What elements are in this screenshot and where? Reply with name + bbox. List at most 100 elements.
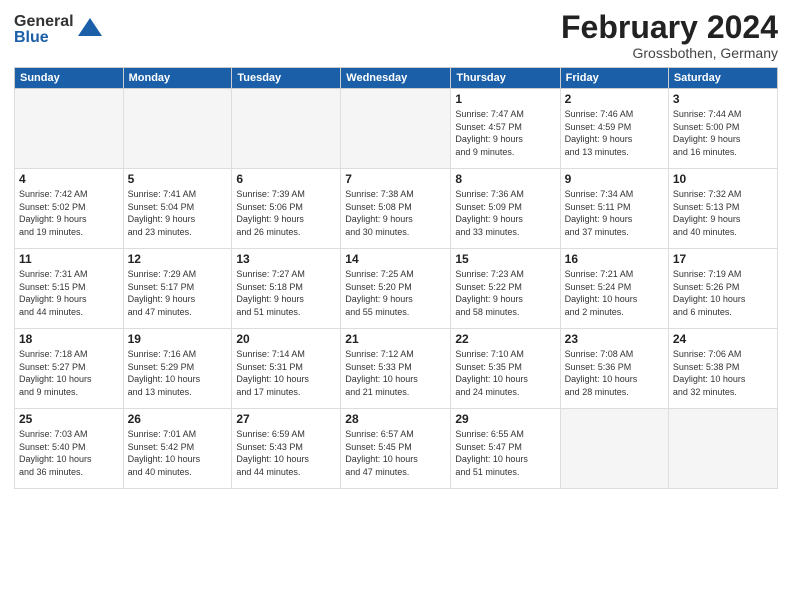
table-row: 3 Sunrise: 7:44 AM Sunset: 5:00 PM Daylig…	[668, 89, 777, 169]
table-row: 7 Sunrise: 7:38 AM Sunset: 5:08 PM Daylig…	[341, 169, 451, 249]
table-row: 12 Sunrise: 7:29 AM Sunset: 5:17 PM Dayli…	[123, 249, 232, 329]
day-number: 21	[345, 332, 446, 346]
table-row: 20Sunrise: 7:14 AM Sunset: 5:31 PM Dayli…	[232, 329, 341, 409]
day-number: 6	[236, 172, 336, 186]
day-number: 4	[19, 172, 119, 186]
day-info: Sunrise: 7:12 AM Sunset: 5:33 PM Dayligh…	[345, 348, 446, 398]
day-number: 23	[565, 332, 664, 346]
day-info: Sunrise: 7:21 AM Sunset: 5:24 PM Dayligh…	[565, 268, 664, 318]
day-number: 13	[236, 252, 336, 266]
day-info: Sunrise: 7:14 AM Sunset: 5:31 PM Dayligh…	[236, 348, 336, 398]
day-info: Sunrise: 7:42 AM Sunset: 5:02 PM Dayligh…	[19, 188, 119, 238]
day-number: 11	[19, 252, 119, 266]
table-row: 21 Sunrise: 7:12 AM Sunset: 5:33 PM Dayli…	[341, 329, 451, 409]
day-info: Sunrise: 7:27 AM Sunset: 5:18 PM Dayligh…	[236, 268, 336, 318]
calendar-week-row: 1Sunrise: 7:47 AM Sunset: 4:57 PM Daylig…	[15, 89, 778, 169]
table-row: 22 Sunrise: 7:10 AM Sunset: 5:35 PM Dayli…	[451, 329, 560, 409]
day-number: 28	[345, 412, 446, 426]
day-info: Sunrise: 7:10 AM Sunset: 5:35 PM Dayligh…	[455, 348, 555, 398]
day-number: 14	[345, 252, 446, 266]
calendar-table: Sunday Monday Tuesday Wednesday Thursday…	[14, 67, 778, 489]
day-info: Sunrise: 7:18 AM Sunset: 5:27 PM Dayligh…	[19, 348, 119, 398]
day-info: Sunrise: 6:55 AM Sunset: 5:47 PM Dayligh…	[455, 428, 555, 478]
table-row: 18Sunrise: 7:18 AM Sunset: 5:27 PM Dayli…	[15, 329, 124, 409]
day-number: 10	[673, 172, 773, 186]
table-row: 29 Sunrise: 6:55 AM Sunset: 5:47 PM Dayli…	[451, 409, 560, 489]
day-info: Sunrise: 7:38 AM Sunset: 5:08 PM Dayligh…	[345, 188, 446, 238]
day-info: Sunrise: 7:34 AM Sunset: 5:11 PM Dayligh…	[565, 188, 664, 238]
table-row: 16Sunrise: 7:21 AM Sunset: 5:24 PM Dayli…	[560, 249, 668, 329]
table-row: 23 Sunrise: 7:08 AM Sunset: 5:36 PM Dayli…	[560, 329, 668, 409]
day-info: Sunrise: 7:08 AM Sunset: 5:36 PM Dayligh…	[565, 348, 664, 398]
logo: General Blue	[14, 14, 104, 46]
day-info: Sunrise: 7:41 AM Sunset: 5:04 PM Dayligh…	[128, 188, 228, 238]
calendar-week-row: 18Sunrise: 7:18 AM Sunset: 5:27 PM Dayli…	[15, 329, 778, 409]
col-saturday: Saturday	[668, 68, 777, 89]
day-info: Sunrise: 7:32 AM Sunset: 5:13 PM Dayligh…	[673, 188, 773, 238]
table-row: 13 Sunrise: 7:27 AM Sunset: 5:18 PM Dayli…	[232, 249, 341, 329]
day-number: 2	[565, 92, 664, 106]
day-info: Sunrise: 7:36 AM Sunset: 5:09 PM Dayligh…	[455, 188, 555, 238]
day-number: 22	[455, 332, 555, 346]
day-number: 7	[345, 172, 446, 186]
table-row	[15, 89, 124, 169]
logo-general: General	[14, 14, 74, 30]
day-number: 27	[236, 412, 336, 426]
table-row: 6Sunrise: 7:39 AM Sunset: 5:06 PM Daylig…	[232, 169, 341, 249]
day-number: 8	[455, 172, 555, 186]
logo-blue: Blue	[14, 30, 74, 46]
day-info: Sunrise: 7:16 AM Sunset: 5:29 PM Dayligh…	[128, 348, 228, 398]
day-info: Sunrise: 7:23 AM Sunset: 5:22 PM Dayligh…	[455, 268, 555, 318]
page: General Blue February 2024 Grossbothen, …	[0, 0, 792, 612]
day-info: Sunrise: 7:06 AM Sunset: 5:38 PM Dayligh…	[673, 348, 773, 398]
table-row: 11 Sunrise: 7:31 AM Sunset: 5:15 PM Dayli…	[15, 249, 124, 329]
table-row	[123, 89, 232, 169]
col-sunday: Sunday	[15, 68, 124, 89]
table-row: 10 Sunrise: 7:32 AM Sunset: 5:13 PM Dayli…	[668, 169, 777, 249]
day-info: Sunrise: 6:59 AM Sunset: 5:43 PM Dayligh…	[236, 428, 336, 478]
location: Grossbothen, Germany	[561, 45, 778, 61]
col-monday: Monday	[123, 68, 232, 89]
day-info: Sunrise: 7:29 AM Sunset: 5:17 PM Dayligh…	[128, 268, 228, 318]
table-row: 25Sunrise: 7:03 AM Sunset: 5:40 PM Dayli…	[15, 409, 124, 489]
table-row: 27 Sunrise: 6:59 AM Sunset: 5:43 PM Dayli…	[232, 409, 341, 489]
title-block: February 2024 Grossbothen, Germany	[561, 10, 778, 61]
table-row	[668, 409, 777, 489]
col-tuesday: Tuesday	[232, 68, 341, 89]
table-row: 17 Sunrise: 7:19 AM Sunset: 5:26 PM Dayli…	[668, 249, 777, 329]
day-number: 19	[128, 332, 228, 346]
day-info: Sunrise: 7:31 AM Sunset: 5:15 PM Dayligh…	[19, 268, 119, 318]
calendar-week-row: 11 Sunrise: 7:31 AM Sunset: 5:15 PM Dayli…	[15, 249, 778, 329]
table-row: 2Sunrise: 7:46 AM Sunset: 4:59 PM Daylig…	[560, 89, 668, 169]
day-number: 17	[673, 252, 773, 266]
table-row: 8 Sunrise: 7:36 AM Sunset: 5:09 PM Daylig…	[451, 169, 560, 249]
day-number: 15	[455, 252, 555, 266]
table-row: 9 Sunrise: 7:34 AM Sunset: 5:11 PM Daylig…	[560, 169, 668, 249]
day-info: Sunrise: 7:25 AM Sunset: 5:20 PM Dayligh…	[345, 268, 446, 318]
logo-icon	[76, 16, 104, 44]
day-number: 12	[128, 252, 228, 266]
day-info: Sunrise: 7:01 AM Sunset: 5:42 PM Dayligh…	[128, 428, 228, 478]
table-row: 1Sunrise: 7:47 AM Sunset: 4:57 PM Daylig…	[451, 89, 560, 169]
day-number: 9	[565, 172, 664, 186]
calendar-week-row: 25Sunrise: 7:03 AM Sunset: 5:40 PM Dayli…	[15, 409, 778, 489]
day-number: 24	[673, 332, 773, 346]
day-number: 3	[673, 92, 773, 106]
day-number: 29	[455, 412, 555, 426]
calendar-week-row: 4 Sunrise: 7:42 AM Sunset: 5:02 PM Daylig…	[15, 169, 778, 249]
table-row: 24 Sunrise: 7:06 AM Sunset: 5:38 PM Dayli…	[668, 329, 777, 409]
day-info: Sunrise: 7:44 AM Sunset: 5:00 PM Dayligh…	[673, 108, 773, 158]
table-row	[341, 89, 451, 169]
day-info: Sunrise: 7:19 AM Sunset: 5:26 PM Dayligh…	[673, 268, 773, 318]
table-row: 19 Sunrise: 7:16 AM Sunset: 5:29 PM Dayli…	[123, 329, 232, 409]
table-row: 5Sunrise: 7:41 AM Sunset: 5:04 PM Daylig…	[123, 169, 232, 249]
table-row: 28 Sunrise: 6:57 AM Sunset: 5:45 PM Dayli…	[341, 409, 451, 489]
table-row	[560, 409, 668, 489]
day-info: Sunrise: 6:57 AM Sunset: 5:45 PM Dayligh…	[345, 428, 446, 478]
day-number: 26	[128, 412, 228, 426]
table-row: 14 Sunrise: 7:25 AM Sunset: 5:20 PM Dayli…	[341, 249, 451, 329]
day-info: Sunrise: 7:03 AM Sunset: 5:40 PM Dayligh…	[19, 428, 119, 478]
table-row: 15 Sunrise: 7:23 AM Sunset: 5:22 PM Dayli…	[451, 249, 560, 329]
day-number: 1	[455, 92, 555, 106]
calendar-header-row: Sunday Monday Tuesday Wednesday Thursday…	[15, 68, 778, 89]
